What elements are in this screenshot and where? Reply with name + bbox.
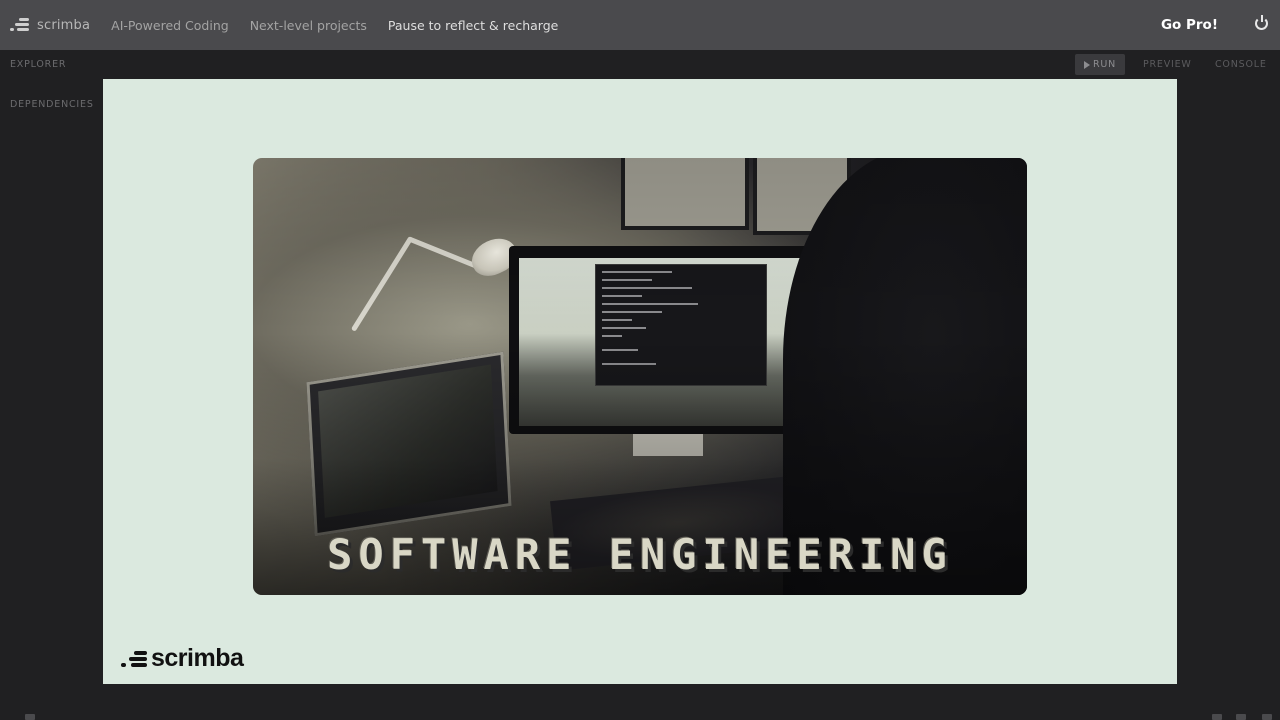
settings-icon[interactable] bbox=[1236, 714, 1246, 720]
dependencies-tab[interactable]: DEPENDENCIES bbox=[10, 99, 94, 110]
scrimba-logo-icon bbox=[10, 17, 30, 33]
go-pro-button[interactable]: Go Pro! bbox=[1161, 17, 1218, 33]
nav-link-pause-to-reflect[interactable]: Pause to reflect & recharge bbox=[388, 18, 558, 33]
brand-label: scrimba bbox=[37, 17, 91, 33]
run-button[interactable]: RUN bbox=[1075, 54, 1125, 75]
play-control-icon[interactable] bbox=[25, 714, 35, 720]
nav-link-ai-powered-coding[interactable]: AI-Powered Coding bbox=[111, 18, 229, 33]
slide-logo-text: scrimba bbox=[151, 644, 244, 672]
scrimba-logo-icon bbox=[121, 649, 149, 669]
photo-caption: SOFTWARE ENGINEERING bbox=[327, 530, 953, 579]
explorer-tab[interactable]: EXPLORER bbox=[10, 59, 66, 70]
nav-link-next-level-projects[interactable]: Next-level projects bbox=[250, 18, 367, 33]
screen-icon[interactable] bbox=[1212, 714, 1222, 720]
slide-scrimba-logo: scrimba bbox=[121, 644, 244, 673]
console-tab[interactable]: CONSOLE bbox=[1215, 59, 1267, 70]
player-controls-strip bbox=[0, 684, 1280, 720]
brand-home-link[interactable]: scrimba bbox=[10, 0, 90, 50]
run-button-label: RUN bbox=[1092, 59, 1117, 70]
play-icon bbox=[1083, 60, 1090, 69]
slide-canvas: SOFTWARE ENGINEERING scrimba bbox=[103, 79, 1177, 684]
power-icon[interactable] bbox=[1255, 15, 1268, 30]
fullscreen-icon[interactable] bbox=[1262, 714, 1272, 720]
software-engineering-photo: SOFTWARE ENGINEERING bbox=[253, 158, 1027, 595]
preview-tab[interactable]: PREVIEW bbox=[1143, 59, 1192, 70]
top-nav-bar: scrimba AI-Powered Coding Next-level pro… bbox=[0, 0, 1280, 50]
